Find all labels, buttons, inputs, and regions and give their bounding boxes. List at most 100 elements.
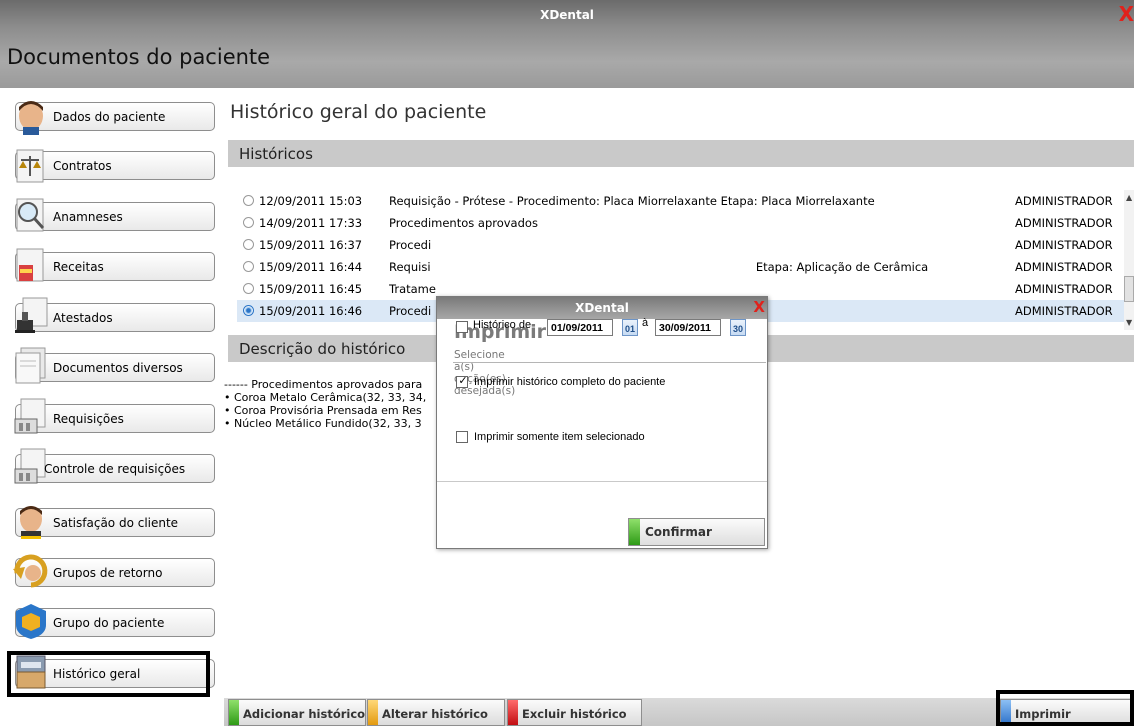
requisition-icon <box>14 398 46 434</box>
history-row[interactable]: 15/09/2011 16:44 Requisi Etapa: Aplicaçã… <box>237 256 1125 278</box>
confirm-button[interactable]: Confirmar <box>628 518 765 546</box>
dialog-divider <box>453 362 766 363</box>
row-description: Procedimentos aprovados <box>389 216 538 230</box>
page-title: Documentos do paciente <box>7 45 271 69</box>
row-description: Tratame <box>389 282 436 296</box>
sidebar-item-grupo-do-paciente[interactable]: Grupo do paciente <box>15 604 215 639</box>
scroll-thumb[interactable] <box>1124 276 1134 302</box>
print-complete-history-checkbox[interactable]: ✓ <box>456 374 468 388</box>
sidebar-item-label: Controle de requisições <box>44 462 186 476</box>
sidebar: Dados do paciente Contratos Anamneses Re… <box>0 88 224 726</box>
calendar-to-icon[interactable]: 30 <box>730 319 746 336</box>
row-user: ADMINISTRADOR <box>1015 194 1113 208</box>
active-item-highlight <box>7 651 210 697</box>
row-user: ADMINISTRADOR <box>1015 216 1113 230</box>
dialog-subtitle: Selecione a(s) opção(es) desejada(s) <box>454 349 516 397</box>
history-scrollbar[interactable]: ▲ ▼ <box>1124 190 1134 330</box>
add-history-button[interactable]: Adicionar histórico <box>228 699 366 726</box>
print-button-highlight <box>996 690 1134 726</box>
sidebar-item-receitas[interactable]: Receitas <box>15 248 215 282</box>
delete-history-button[interactable]: Excluir histórico <box>507 699 642 726</box>
description-line: ------ Procedimentos aprovados para <box>224 378 423 391</box>
prescription-icon <box>16 248 44 282</box>
scroll-up-icon[interactable]: ▲ <box>1126 193 1132 202</box>
return-arrow-icon <box>13 554 48 588</box>
row-description: Procedi <box>389 238 432 252</box>
date-from-field[interactable]: 01/09/2011 <box>547 319 613 336</box>
row-description: Requisição - Prótese - Procedimento: Pla… <box>389 194 875 208</box>
edit-history-button[interactable]: Alterar histórico <box>367 699 505 726</box>
row-user: ADMINISTRADOR <box>1015 238 1113 252</box>
row-radio[interactable] <box>243 239 254 250</box>
date-to-field[interactable]: 30/09/2011 <box>655 319 721 336</box>
sidebar-item-contratos[interactable]: Contratos <box>15 149 215 183</box>
row-datetime: 15/09/2011 16:44 <box>259 260 363 274</box>
row-radio[interactable] <box>243 261 254 272</box>
scroll-down-icon[interactable]: ▼ <box>1126 318 1132 327</box>
sidebar-item-label: Documentos diversos <box>53 361 183 375</box>
sidebar-item-label: Dados do paciente <box>53 110 166 124</box>
dialog-title: XDental <box>575 301 629 315</box>
sidebar-item-requisicoes[interactable]: Requisições <box>14 398 215 434</box>
sidebar-item-label: Anamneses <box>53 210 123 224</box>
dialog-close-button[interactable]: X <box>753 298 765 316</box>
add-history-label: Adicionar histórico <box>243 707 366 721</box>
history-row[interactable]: 12/09/2011 15:03 Requisição - Prótese - … <box>237 190 1125 212</box>
window-title: XDental <box>540 8 594 22</box>
app-window: XDental X Documentos do paciente Dados d… <box>0 0 1134 726</box>
row-radio[interactable] <box>243 283 254 294</box>
title-bar: XDental X Documentos do paciente <box>0 0 1134 88</box>
magnifier-icon <box>16 198 45 232</box>
description-label: Descrição do histórico <box>239 340 406 358</box>
sidebar-item-label: Atestados <box>53 311 113 325</box>
sidebar-item-atestados[interactable]: Atestados <box>15 297 215 333</box>
history-row[interactable]: 15/09/2011 16:37 Procedi ADMINISTRADOR <box>237 234 1125 256</box>
patient-face-icon <box>19 101 43 135</box>
row-user: ADMINISTRADOR <box>1015 282 1113 296</box>
print-dialog: XDental X Imprimir Selecione a(s) opção(… <box>436 296 768 549</box>
row-radio[interactable] <box>243 195 254 206</box>
dialog-footer-divider <box>437 481 767 482</box>
row-datetime: 15/09/2011 16:46 <box>259 304 363 318</box>
row-user: ADMINISTRADOR <box>1015 304 1113 318</box>
historicos-header: Históricos <box>228 140 1134 167</box>
sidebar-item-label: Receitas <box>53 260 104 274</box>
sidebar-item-label: Requisições <box>53 412 124 426</box>
sidebar-item-satisfacao-do-cliente[interactable]: Satisfação do cliente <box>15 506 215 539</box>
row-radio[interactable] <box>243 305 254 316</box>
row-radio[interactable] <box>243 217 254 228</box>
sidebar-item-controle-de-requisicoes[interactable]: Controle de requisições <box>14 448 215 484</box>
row-datetime: 15/09/2011 16:45 <box>259 282 363 296</box>
delete-stripe <box>508 700 518 725</box>
print-selected-item-checkbox[interactable] <box>456 431 468 443</box>
delete-history-label: Excluir histórico <box>522 707 627 721</box>
edit-stripe <box>368 700 378 725</box>
satisfaction-icon <box>20 506 42 539</box>
history-description-text: ------ Procedimentos aprovados para • Co… <box>224 378 426 430</box>
dialog-title-bar: XDental X <box>437 297 767 319</box>
history-row[interactable]: 14/09/2011 17:33 Procedimentos aprovados… <box>237 212 1125 234</box>
date-separator: à <box>642 317 649 329</box>
description-line: • Núcleo Metálico Fundido(32, 33, 3 <box>224 417 422 430</box>
documents-icon <box>15 347 46 384</box>
add-stripe <box>229 700 239 725</box>
sidebar-item-label: Grupos de retorno <box>53 566 163 580</box>
row-datetime: 12/09/2011 15:03 <box>259 194 363 208</box>
calendar-from-icon[interactable]: 01 <box>622 319 638 336</box>
historico-de-checkbox[interactable] <box>456 321 468 333</box>
sidebar-item-dados-do-paciente[interactable]: Dados do paciente <box>15 101 215 135</box>
sidebar-item-anamneses[interactable]: Anamneses <box>15 198 215 232</box>
close-window-button[interactable]: X <box>1119 2 1134 26</box>
sidebar-item-label: Satisfação do cliente <box>53 516 179 530</box>
sidebar-item-grupos-de-retorno[interactable]: Grupos de retorno <box>13 554 215 588</box>
sidebar-item-documentos-diversos[interactable]: Documentos diversos <box>15 347 215 384</box>
print-complete-history-label: Imprimir histórico completo do paciente <box>474 376 666 388</box>
historico-de-label: Histórico de <box>473 319 532 331</box>
description-line: • Coroa Metalo Cerâmica(32, 33, 34, <box>224 391 427 404</box>
sidebar-item-label: Grupo do paciente <box>53 616 165 630</box>
row-description: Requisi Etapa: Aplicação de Cerâmica <box>389 260 929 274</box>
row-datetime: 15/09/2011 16:37 <box>259 238 363 252</box>
row-user: ADMINISTRADOR <box>1015 260 1113 274</box>
edit-history-label: Alterar histórico <box>382 707 488 721</box>
scales-icon <box>16 149 44 183</box>
